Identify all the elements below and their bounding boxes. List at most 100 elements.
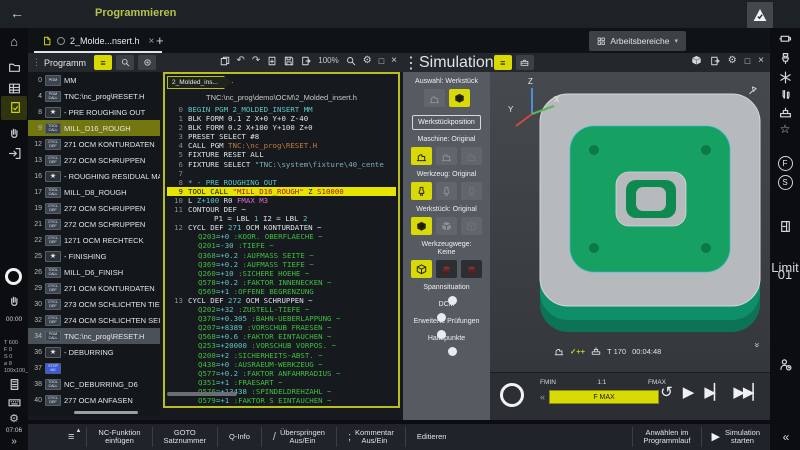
- code-line[interactable]: Q568=+0.6 :FAKTOR EINTAUCHEN ~: [167, 332, 396, 341]
- speed-override-dial[interactable]: S: [770, 175, 800, 190]
- spindle-icon[interactable]: [770, 52, 800, 65]
- export-icon[interactable]: [301, 56, 311, 66]
- copy-icon[interactable]: [220, 56, 230, 66]
- menu-button[interactable]: ≡▲: [68, 431, 74, 443]
- code-line[interactable]: Q569=+1 :OFFENE BEGRENZUNG: [167, 287, 396, 296]
- code-line[interactable]: 2BLK FORM 0.2 X+100 Y+100 Z+0: [167, 123, 396, 132]
- tree-item[interactable]: 40CYCLDEF277 OCM ANFASEN: [28, 392, 160, 408]
- calculator-icon[interactable]: [0, 378, 28, 391]
- zoom-level[interactable]: 100%: [318, 56, 338, 65]
- start-simulation-button[interactable]: ▶ Simulationstarten: [701, 427, 771, 447]
- tree-item[interactable]: 34PGMCALLTNC:\nc_prog\RESET.H: [28, 328, 160, 344]
- follow-cursor-icon[interactable]: [138, 55, 156, 70]
- softkey-edit[interactable]: Editieren: [405, 427, 458, 447]
- tree-item[interactable]: 38TOOLCALLNC_DEBURRING_D6: [28, 376, 160, 392]
- tree-item[interactable]: 12CYCLDEF271 OCM KONTURDATEN: [28, 136, 160, 152]
- sim-export-icon[interactable]: [710, 56, 720, 66]
- redo-icon[interactable]: ↷: [252, 55, 260, 66]
- tools-icon[interactable]: [770, 89, 800, 102]
- workpiece-select-icon[interactable]: [449, 89, 470, 107]
- outline-view-button[interactable]: ≡: [94, 55, 112, 70]
- file-tab[interactable]: 2_Molde...nsert.h ×: [34, 31, 162, 53]
- tree-item[interactable]: 37STOPM0: [28, 360, 160, 376]
- manual-mode-icon[interactable]: [0, 126, 28, 139]
- softkey-comment[interactable]: ; KommentarAus/Ein: [336, 427, 405, 447]
- code-line[interactable]: Q369=+0.2 :AUFMASS TIEFE ~: [167, 260, 396, 269]
- code-line[interactable]: Q438=+0 :AUSRAEUM-WERKZEUG ~: [167, 360, 396, 369]
- tool-hidden-icon[interactable]: [461, 182, 482, 200]
- door-icon[interactable]: [770, 220, 800, 233]
- notification-logo-icon[interactable]: [747, 2, 773, 28]
- tree-item[interactable]: 17TOOLCALLMILL_D8_ROUGH: [28, 184, 160, 200]
- tree-scrollbar[interactable]: [74, 411, 138, 414]
- feed-override-dial[interactable]: F: [770, 156, 800, 171]
- workpiece-gray-icon[interactable]: [436, 217, 457, 235]
- tree-item[interactable]: 9TOOLCALLMILL_D16_ROUGH: [28, 120, 160, 136]
- workpiece-wire-icon[interactable]: [461, 217, 482, 235]
- drag-handle-icon[interactable]: ⋮: [403, 53, 419, 73]
- code-line[interactable]: Q370=+0.305 :BAHN-UEBERLAPPUNG ~: [167, 314, 396, 323]
- code-line[interactable]: Q577=+0.2 :FAKTOR ANFAHRRADIUS ~: [167, 369, 396, 378]
- code-line[interactable]: Q368=+0.2 :AUFMASS SEITE ~: [167, 251, 396, 260]
- workspaces-button[interactable]: Arbeitsbereiche ▾: [589, 31, 686, 51]
- code-line[interactable]: 3PRESET SELECT #8: [167, 132, 396, 141]
- select-in-program-run-button[interactable]: Anwählen imProgrammlauf: [632, 427, 700, 447]
- toolpath-all-icon[interactable]: [461, 260, 482, 278]
- sim-rewind-icon[interactable]: ↺: [660, 383, 673, 401]
- code-line[interactable]: 6FIXTURE SELECT "TNC:\system\fixture\40_…: [167, 160, 396, 169]
- code-line[interactable]: P1 = LBL 1 I2 = LBL 2: [167, 214, 396, 223]
- tree-item[interactable]: 19CYCLDEF272 OCM SCHRUPPEN: [28, 200, 160, 216]
- save-icon[interactable]: [284, 56, 294, 66]
- code-line[interactable]: Q201=-30 :TIEFE ~: [167, 241, 396, 250]
- folder-icon[interactable]: [0, 61, 28, 74]
- code-line[interactable]: Q578=+0.2 :FAKTOR INNENECKEN ~: [167, 278, 396, 287]
- code-line[interactable]: 12CYCL DEF 271 OCM KONTURDATEN ~: [167, 223, 396, 232]
- program-run-icon[interactable]: [0, 147, 28, 160]
- tree-item[interactable]: 36★- DEBURRING: [28, 344, 160, 360]
- machine-original-icon[interactable]: [411, 147, 432, 165]
- code-line[interactable]: Q260=+10 :SICHERE HOEHE ~: [167, 269, 396, 278]
- code-line[interactable]: Q579=+1 :FAKTOR S EINTAUCHEN ~: [167, 396, 396, 403]
- tree-item[interactable]: 13CYCLDEF272 OCM SCHRUPPEN: [28, 152, 160, 168]
- simulation-viewport[interactable]: Z X Y ✓++ T 170 00:04:48 »: [490, 72, 770, 372]
- tree-item[interactable]: 21CYCLDEF272 OCM SCHRUPPEN: [28, 216, 160, 232]
- view-cube-icon[interactable]: [691, 55, 702, 66]
- favorites-star-icon[interactable]: ☆: [770, 122, 800, 136]
- tree-item[interactable]: 4PGMCALLTNC:\nc_prog\RESET.H: [28, 88, 160, 104]
- tree-item[interactable]: 30CYCLDEF273 OCM SCHLICHTEN TIEFE: [28, 296, 160, 312]
- code-line[interactable]: Q351=+1 :FRAESART ~: [167, 378, 396, 387]
- pin-icon[interactable]: [747, 84, 758, 95]
- feed-slider-bar[interactable]: F MAX: [549, 390, 659, 404]
- sim-play-icon[interactable]: ▶: [683, 383, 695, 401]
- workpiece-solid-icon[interactable]: [411, 217, 432, 235]
- programming-mode-active[interactable]: [1, 96, 27, 120]
- close-tab-icon[interactable]: ×: [149, 36, 155, 47]
- code-line[interactable]: 5FIXTURE RESET ALL: [167, 150, 396, 159]
- back-icon[interactable]: ←: [10, 5, 24, 21]
- maximize-icon[interactable]: □: [379, 56, 384, 66]
- nc-editor[interactable]: 2_Molded_ins... TNC:\nc_prog\demo\OCM\2_…: [163, 72, 400, 408]
- editor-hscrollbar[interactable]: [167, 392, 237, 396]
- insert-icon[interactable]: [267, 56, 277, 66]
- code-line[interactable]: 13CYCL DEF 272 OCM SCHRUPPEN ~: [167, 296, 396, 305]
- tool-variant-icon[interactable]: [436, 182, 457, 200]
- sim-maximize-icon[interactable]: □: [745, 56, 750, 66]
- workpiece-clamp-icon[interactable]: [770, 106, 800, 119]
- code-line[interactable]: 4CALL PGM TNC:\nc_prog\RESET.H: [167, 141, 396, 150]
- sim-close-icon[interactable]: ×: [758, 55, 764, 66]
- code-line[interactable]: 0BEGIN PGM 2_MOLDED_INSERT MM: [167, 105, 396, 114]
- code-line[interactable]: 9TOOL CALL "MILL_D16_ROUGH" Z S10000: [167, 187, 396, 196]
- add-tab-button[interactable]: +: [156, 33, 164, 48]
- tree-item[interactable]: 0PGMMM: [28, 72, 160, 88]
- code-line[interactable]: 8* - PRE ROUGHING OUT: [167, 178, 396, 187]
- home-icon[interactable]: ⌂: [0, 34, 28, 49]
- tree-item[interactable]: 32CYCLDEF274 OCM SCHLICHTEN SEITE: [28, 312, 160, 328]
- editor-file-tab[interactable]: 2_Molded_ins...: [167, 76, 233, 89]
- zoom-search-icon[interactable]: [346, 56, 356, 66]
- toolpath-some-icon[interactable]: [436, 260, 457, 278]
- sim-machine-button[interactable]: [516, 55, 534, 70]
- editor-settings-icon[interactable]: ⚙: [363, 55, 372, 66]
- tree-item[interactable]: 22CYCLDEF1271 OCM RECHTECK: [28, 232, 160, 248]
- code-line[interactable]: 7: [167, 169, 396, 178]
- tree-item[interactable]: 26TOOLCALLMILL_D6_FINISH: [28, 264, 160, 280]
